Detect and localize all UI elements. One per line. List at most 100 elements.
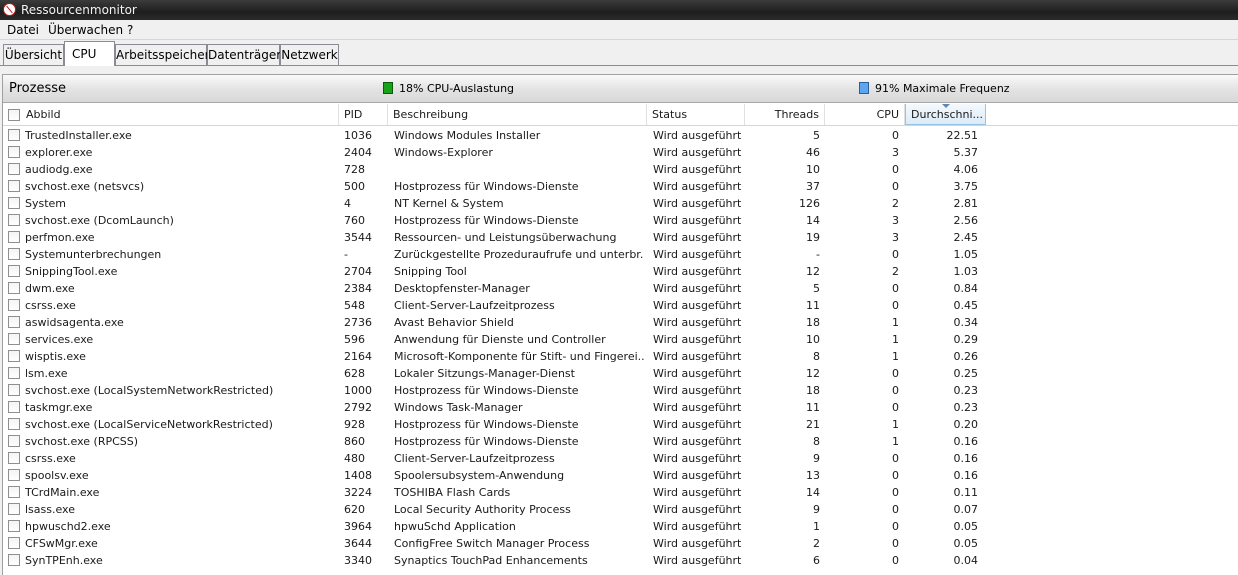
table-row[interactable]: csrss.exe 480 Client-Server-Laufzeitprozes…	[3, 450, 988, 467]
processes-section-header[interactable]: Prozesse 18% CPU-Auslastung 91% Maximale…	[3, 75, 1238, 103]
cell-beschreibung: Snipping Tool	[394, 265, 467, 278]
row-checkbox[interactable]	[8, 248, 20, 260]
tab-datentraeger[interactable]: Datenträger	[207, 44, 281, 65]
cell-beschreibung: Local Security Authority Process	[394, 503, 571, 516]
row-checkbox[interactable]	[8, 265, 20, 277]
table-row[interactable]: System 4 NT Kernel & System Wird ausgeführt…	[3, 195, 988, 212]
table-row[interactable]: lsass.exe 620 Local Security Authority Pro…	[3, 501, 988, 518]
cell-cpu: 3	[892, 214, 899, 227]
sort-descending-icon	[941, 104, 950, 108]
cell-durchschnitt: 22.51	[946, 129, 979, 142]
cell-pid: 3340	[344, 554, 372, 567]
column-pid[interactable]: PID	[339, 104, 388, 125]
cell-durchschnitt: 0.05	[953, 537, 979, 550]
cell-pid: 760	[344, 214, 365, 227]
table-row[interactable]: hpwuschd2.exe 3964 hpwuSchd Application Wir…	[3, 518, 988, 535]
table-row[interactable]: wisptis.exe 2164 Microsoft-Komponente für …	[3, 348, 988, 365]
row-checkbox[interactable]	[8, 333, 20, 345]
row-checkbox[interactable]	[8, 486, 20, 498]
tab-arbeitsspeicher[interactable]: Arbeitsspeicher	[115, 44, 210, 65]
row-checkbox[interactable]	[8, 214, 20, 226]
select-all-checkbox[interactable]	[8, 109, 20, 121]
cell-durchschnitt: 1.03	[953, 265, 979, 278]
cell-durchschnitt: 2.45	[953, 231, 979, 244]
cell-status: Wird ausgeführt	[653, 316, 742, 329]
column-beschreibung[interactable]: Beschreibung	[388, 104, 647, 125]
row-checkbox[interactable]	[8, 452, 20, 464]
table-row[interactable]: TCrdMain.exe 3224 TOSHIBA Flash Cards Wird …	[3, 484, 988, 501]
table-row[interactable]: svchost.exe (LocalSystemNetworkRestricte…	[3, 382, 988, 399]
table-row[interactable]: csrss.exe 548 Client-Server-Laufzeitprozes…	[3, 297, 988, 314]
cell-beschreibung: Client-Server-Laufzeitprozess	[394, 452, 555, 465]
row-checkbox[interactable]	[8, 418, 20, 430]
cell-pid: 4	[344, 197, 351, 210]
menu-datei[interactable]: Datei	[7, 23, 39, 37]
row-checkbox[interactable]	[8, 435, 20, 447]
row-checkbox[interactable]	[8, 282, 20, 294]
table-row[interactable]: lsm.exe 628 Lokaler Sitzungs-Manager-Diens…	[3, 365, 988, 382]
cell-abbild: aswidsagenta.exe	[25, 316, 124, 329]
row-checkbox[interactable]	[8, 163, 20, 175]
column-threads[interactable]: Threads	[745, 104, 825, 125]
menu-help[interactable]: ?	[127, 23, 133, 37]
row-checkbox[interactable]	[8, 146, 20, 158]
cell-status: Wird ausgeführt	[653, 265, 742, 278]
row-checkbox[interactable]	[8, 367, 20, 379]
row-checkbox[interactable]	[8, 299, 20, 311]
cell-cpu: 3	[892, 146, 899, 159]
column-durchschnitt[interactable]: Durchschni...	[905, 104, 986, 125]
cell-durchschnitt: 0.16	[953, 452, 979, 465]
table-row[interactable]: explorer.exe 2404 Windows-Explorer Wird aus…	[3, 144, 988, 161]
row-checkbox[interactable]	[8, 520, 20, 532]
table-row[interactable]: dwm.exe 2384 Desktopfenster-Manager Wird au…	[3, 280, 988, 297]
table-row[interactable]: audiodg.exe 728 Wird ausgeführt 10 0 4.06	[3, 161, 988, 178]
cell-threads: 126	[799, 197, 820, 210]
row-checkbox[interactable]	[8, 180, 20, 192]
row-checkbox[interactable]	[8, 537, 20, 549]
table-row[interactable]: SynTPEnh.exe 3340 Synaptics TouchPad Enhan…	[3, 552, 988, 569]
table-row[interactable]: CFSwMgr.exe 3644 ConfigFree Switch Manager…	[3, 535, 988, 552]
section-title: Prozesse	[9, 81, 66, 96]
cell-status: Wird ausgeführt	[653, 486, 742, 499]
row-checkbox[interactable]	[8, 554, 20, 566]
table-row[interactable]: svchost.exe (LocalServiceNetworkRestrict…	[3, 416, 988, 433]
row-checkbox[interactable]	[8, 384, 20, 396]
cell-pid: 596	[344, 333, 365, 346]
table-row[interactable]: SnippingTool.exe 2704 Snipping Tool Wird au…	[3, 263, 988, 280]
cell-beschreibung: Synaptics TouchPad Enhancements	[394, 554, 588, 567]
row-checkbox[interactable]	[8, 316, 20, 328]
row-checkbox[interactable]	[8, 231, 20, 243]
cell-cpu: 2	[892, 197, 899, 210]
table-row[interactable]: aswidsagenta.exe 2736 Avast Behavior Shiel…	[3, 314, 988, 331]
table-row[interactable]: svchost.exe (DcomLaunch) 760 Hostprozess f…	[3, 212, 988, 229]
row-checkbox[interactable]	[8, 401, 20, 413]
column-abbild[interactable]: Abbild	[21, 104, 339, 125]
cell-durchschnitt: 0.07	[953, 503, 979, 516]
table-row[interactable]: svchost.exe (netsvcs) 500 Hostprozess für …	[3, 178, 988, 195]
row-checkbox[interactable]	[8, 469, 20, 481]
table-row[interactable]: svchost.exe (RPCSS) 860 Hostprozess für Wi…	[3, 433, 988, 450]
cell-pid: 2164	[344, 350, 372, 363]
column-cpu[interactable]: CPU	[825, 104, 905, 125]
table-row[interactable]: perfmon.exe 3544 Ressourcen- und Leistungs…	[3, 229, 988, 246]
table-row[interactable]: spoolsv.exe 1408 Spoolersubsystem-Anwendun…	[3, 467, 988, 484]
cell-pid: 2792	[344, 401, 372, 414]
cell-beschreibung: NT Kernel & System	[394, 197, 504, 210]
cell-beschreibung: Lokaler Sitzungs-Manager-Dienst	[394, 367, 575, 380]
table-row[interactable]: taskmgr.exe 2792 Windows Task-Manager Wird …	[3, 399, 988, 416]
table-row[interactable]: services.exe 596 Anwendung für Dienste und…	[3, 331, 988, 348]
row-checkbox[interactable]	[8, 350, 20, 362]
cell-abbild: perfmon.exe	[25, 231, 95, 244]
table-row[interactable]: TrustedInstaller.exe 1036 Windows Modules …	[3, 127, 988, 144]
row-checkbox[interactable]	[8, 129, 20, 141]
cell-threads: 13	[806, 469, 820, 482]
tab-netzwerk[interactable]: Netzwerk	[280, 44, 339, 65]
tab-cpu[interactable]: CPU	[64, 41, 115, 66]
tab-uebersicht[interactable]: Übersicht	[3, 44, 64, 65]
table-row[interactable]: Systemunterbrechungen - Zurückgestellte Pr…	[3, 246, 988, 263]
row-checkbox[interactable]	[8, 503, 20, 515]
column-status[interactable]: Status	[647, 104, 745, 125]
menu-ueberwachen[interactable]: Überwachen	[48, 23, 123, 37]
row-checkbox[interactable]	[8, 197, 20, 209]
cell-status: Wird ausgeführt	[653, 537, 742, 550]
